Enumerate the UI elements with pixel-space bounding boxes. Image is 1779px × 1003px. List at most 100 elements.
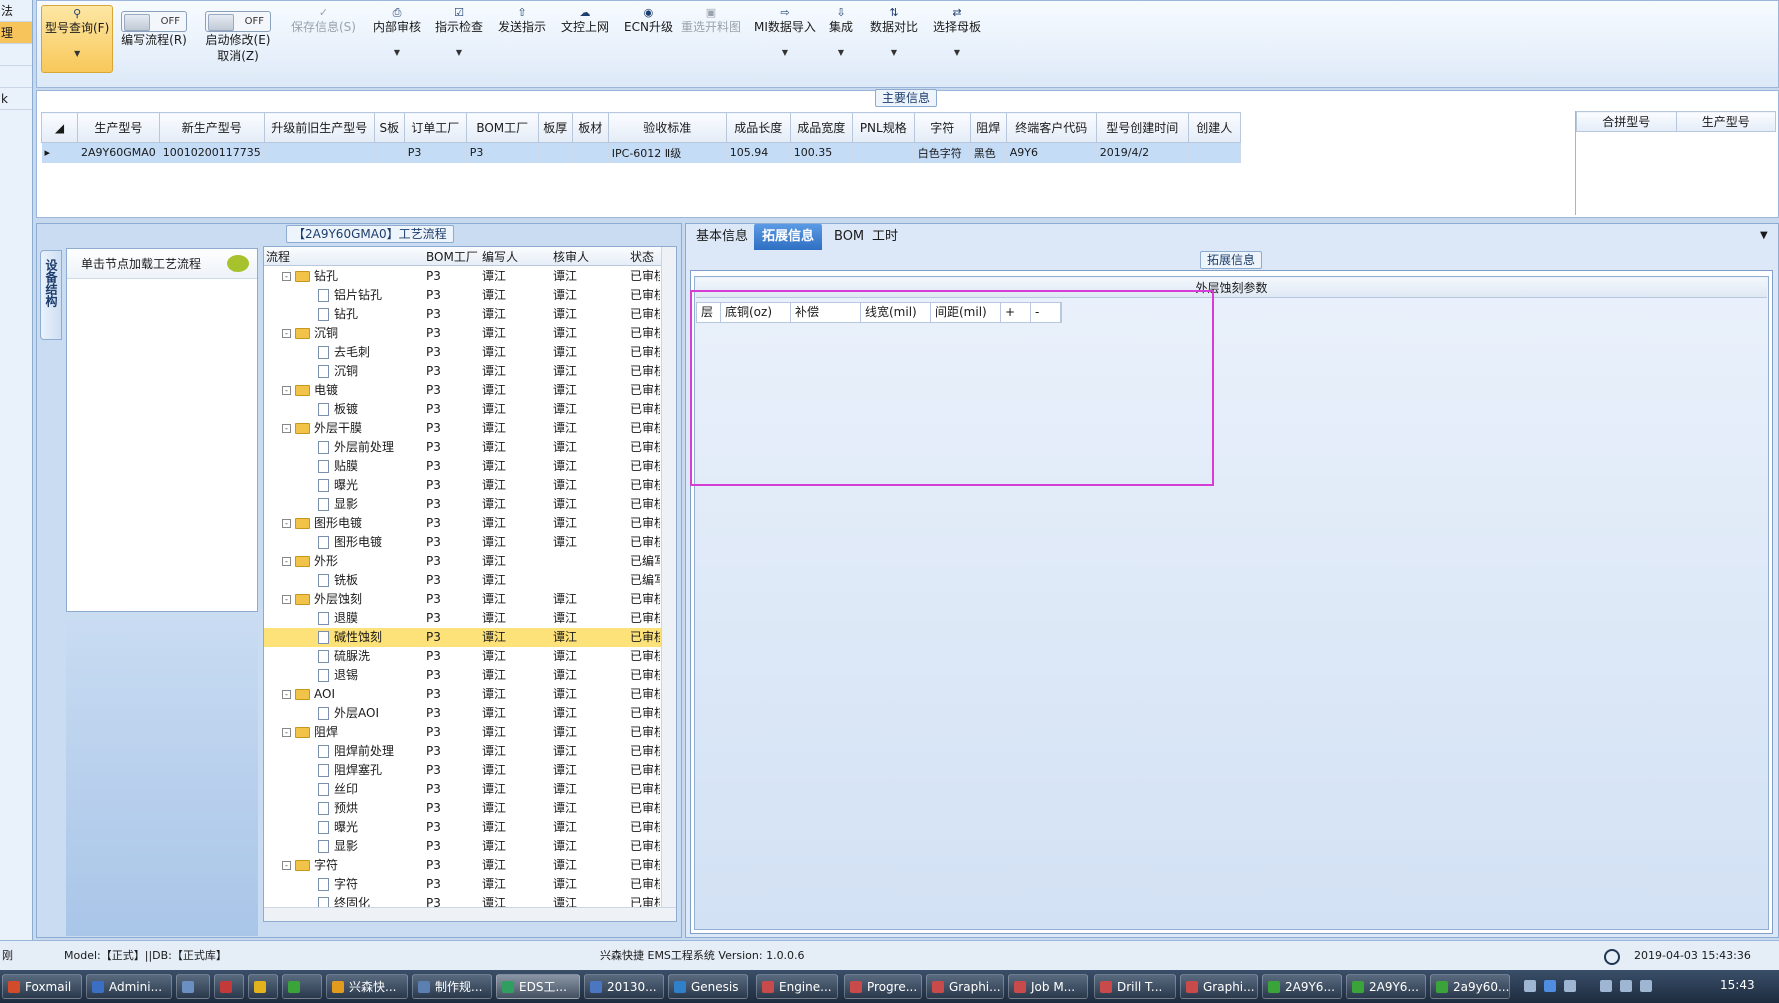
tree-row[interactable]: 阻焊塞孔 P3 谭江 谭江 已审核 xyxy=(264,761,662,780)
tree-row[interactable]: 去毛刺 P3 谭江 谭江 已审核 xyxy=(264,343,662,362)
taskbar-button[interactable] xyxy=(282,974,322,999)
tree-row[interactable]: - 阻焊 P3 谭江 谭江 已审核 xyxy=(264,723,662,742)
cell[interactable] xyxy=(374,142,405,163)
tree-node[interactable]: 铝片钻孔 xyxy=(318,286,382,305)
chevron-down-icon[interactable]: ▼ xyxy=(829,45,853,61)
col-header[interactable]: 成品宽度 xyxy=(789,112,853,143)
collapse-icon[interactable]: - xyxy=(282,329,291,338)
tree-node[interactable]: 碱性蚀刻 xyxy=(318,628,382,647)
instruction-check-button[interactable]: ☑ 指示检查 ▼ xyxy=(435,5,483,61)
col-header[interactable]: 成品长度 xyxy=(725,112,791,143)
col-header[interactable]: BOM工厂 xyxy=(465,112,539,143)
tree-row[interactable]: 丝印 P3 谭江 谭江 已审核 xyxy=(264,780,662,799)
tree-row[interactable]: 退锡 P3 谭江 谭江 已审核 xyxy=(264,666,662,685)
tabs-dropdown-icon[interactable]: ▼ xyxy=(1760,230,1768,241)
tree-row[interactable]: 铝片钻孔 P3 谭江 谭江 已审核 xyxy=(264,286,662,305)
col-header[interactable]: 生产型号 xyxy=(77,112,160,143)
equipment-structure-tab[interactable]: 设备结构 xyxy=(40,250,62,340)
send-instruction-button[interactable]: ⇧ 发送指示 xyxy=(498,5,546,35)
taskbar-button[interactable]: Genesis xyxy=(668,974,748,999)
tab-work-hours[interactable]: 工时 xyxy=(864,224,906,250)
chevron-down-icon[interactable]: ▼ xyxy=(870,45,918,61)
cell[interactable] xyxy=(852,142,915,163)
ecn-upgrade-button[interactable]: ◉ ECN升级 xyxy=(624,5,673,35)
tree-row[interactable]: 沉铜 P3 谭江 谭江 已审核 xyxy=(264,362,662,381)
data-compare-button[interactable]: ⇅ 数据对比 ▼ xyxy=(870,5,918,61)
tree-node[interactable]: 外层前处理 xyxy=(318,438,394,457)
save-info-button[interactable]: ✓ 保存信息(S) xyxy=(291,5,356,35)
tree-row[interactable]: 退膜 P3 谭江 谭江 已审核 xyxy=(264,609,662,628)
mi-import-button[interactable]: ⇨ MI数据导入 ▼ xyxy=(754,5,816,61)
tree-row[interactable]: 曝光 P3 谭江 谭江 已审核 xyxy=(264,476,662,495)
tree-node[interactable]: 退膜 xyxy=(318,609,358,628)
collapse-icon[interactable]: - xyxy=(282,557,291,566)
help-icon[interactable] xyxy=(1544,980,1556,992)
tree-vertical-scrollbar[interactable] xyxy=(661,247,676,921)
tree-row[interactable]: 阻焊前处理 P3 谭江 谭江 已审核 xyxy=(264,742,662,761)
chevron-down-icon[interactable]: ▼ xyxy=(435,45,483,61)
cell[interactable]: P3 xyxy=(466,142,539,163)
cancel-label[interactable]: 取消(Z) xyxy=(217,49,259,63)
tree-node[interactable]: 字符 xyxy=(318,875,358,894)
tray-icon[interactable] xyxy=(1564,980,1576,992)
cell[interactable] xyxy=(1188,142,1241,163)
taskbar-button[interactable]: 20130... xyxy=(584,974,664,999)
tree-row[interactable]: - 电镀 P3 谭江 谭江 已审核 xyxy=(264,381,662,400)
tree-row-selected[interactable]: 碱性蚀刻 P3 谭江 谭江 已审核 xyxy=(264,628,662,647)
tree-node[interactable]: 阻焊塞孔 xyxy=(318,761,382,780)
taskbar-button[interactable] xyxy=(176,974,210,999)
taskbar-button[interactable]: Job M... xyxy=(1008,974,1088,999)
col-header[interactable]: 板材 xyxy=(571,112,609,143)
tree-row[interactable]: - AOI P3 谭江 谭江 已审核 xyxy=(264,685,662,704)
table-row[interactable]: ▸ 2A9Y60GMA0 10010200117735 P3 P3 IPC-60… xyxy=(41,142,1241,163)
start-modify-label[interactable]: 启动修改(E) xyxy=(206,33,271,47)
tree-node[interactable]: - AOI xyxy=(282,685,335,704)
taskbar-button[interactable]: Graphi... xyxy=(1180,974,1258,999)
tree-row[interactable]: - 外形 P3 谭江 已编写 xyxy=(264,552,662,571)
cell[interactable]: A9Y6 xyxy=(1006,142,1097,163)
tab-basic-info[interactable]: 基本信息 xyxy=(688,224,756,250)
collapse-icon[interactable]: - xyxy=(282,272,291,281)
tray-icon[interactable] xyxy=(1524,980,1536,992)
taskbar-button[interactable]: Progre... xyxy=(844,974,922,999)
col-header[interactable]: 阻焊 xyxy=(969,112,1007,143)
tree-row[interactable]: 预烘 P3 谭江 谭江 已审核 xyxy=(264,799,662,818)
cell[interactable]: P3 xyxy=(404,142,467,163)
tree-node[interactable]: 外层AOI xyxy=(318,704,379,723)
cell[interactable] xyxy=(572,142,609,163)
tree-node[interactable]: - 阻焊 xyxy=(282,723,338,742)
chevron-down-icon[interactable]: ▼ xyxy=(45,46,109,62)
cell[interactable]: 100.35 xyxy=(790,142,853,163)
taskbar-button[interactable]: Engine... xyxy=(756,974,838,999)
collapse-icon[interactable]: - xyxy=(282,728,291,737)
col-header[interactable]: PNL规格 xyxy=(851,112,915,143)
tree-row[interactable]: - 外层干膜 P3 谭江 谭江 已审核 xyxy=(264,419,662,438)
taskbar-button[interactable]: 兴森快... xyxy=(326,974,408,999)
tree-col-reviewer[interactable]: 核审人 xyxy=(553,248,589,265)
doc-upload-button[interactable]: ☁ 文控上网 xyxy=(561,5,609,35)
collapse-icon[interactable]: - xyxy=(282,861,291,870)
taskbar-button[interactable]: EDS工... xyxy=(496,974,580,999)
tree-row[interactable]: - 字符 P3 谭江 谭江 已审核 xyxy=(264,856,662,875)
left-nav-item-selected[interactable]: 理 xyxy=(0,22,32,44)
tree-node[interactable]: - 字符 xyxy=(282,856,338,875)
col-header[interactable]: 升级前旧生产型号 xyxy=(263,112,375,143)
tree-row[interactable]: 外层前处理 P3 谭江 谭江 已审核 xyxy=(264,438,662,457)
tree-node[interactable]: - 图形电镀 xyxy=(282,514,362,533)
tree-row[interactable]: 钻孔 P3 谭江 谭江 已审核 xyxy=(264,305,662,324)
taskbar-button[interactable]: 2a9y60... xyxy=(1430,974,1510,999)
tree-node[interactable]: 钻孔 xyxy=(318,305,358,324)
tree-node[interactable]: - 外层干膜 xyxy=(282,419,362,438)
tree-node[interactable]: - 沉铜 xyxy=(282,324,338,343)
col-header[interactable]: 字符 xyxy=(913,112,971,143)
tree-row[interactable]: - 外层蚀刻 P3 谭江 谭江 已审核 xyxy=(264,590,662,609)
write-flow-toggle[interactable]: OFF xyxy=(121,11,187,32)
taskbar-button[interactable]: 2A9Y6... xyxy=(1346,974,1426,999)
cell[interactable]: 黑色 xyxy=(970,142,1007,163)
tree-node[interactable]: 曝光 xyxy=(318,818,358,837)
tree-node[interactable]: 贴膜 xyxy=(318,457,358,476)
taskbar-button[interactable]: Admini... xyxy=(86,974,172,999)
tree-node[interactable]: 预烘 xyxy=(318,799,358,818)
volume-icon[interactable] xyxy=(1640,980,1652,992)
tree-node[interactable]: 退锡 xyxy=(318,666,358,685)
